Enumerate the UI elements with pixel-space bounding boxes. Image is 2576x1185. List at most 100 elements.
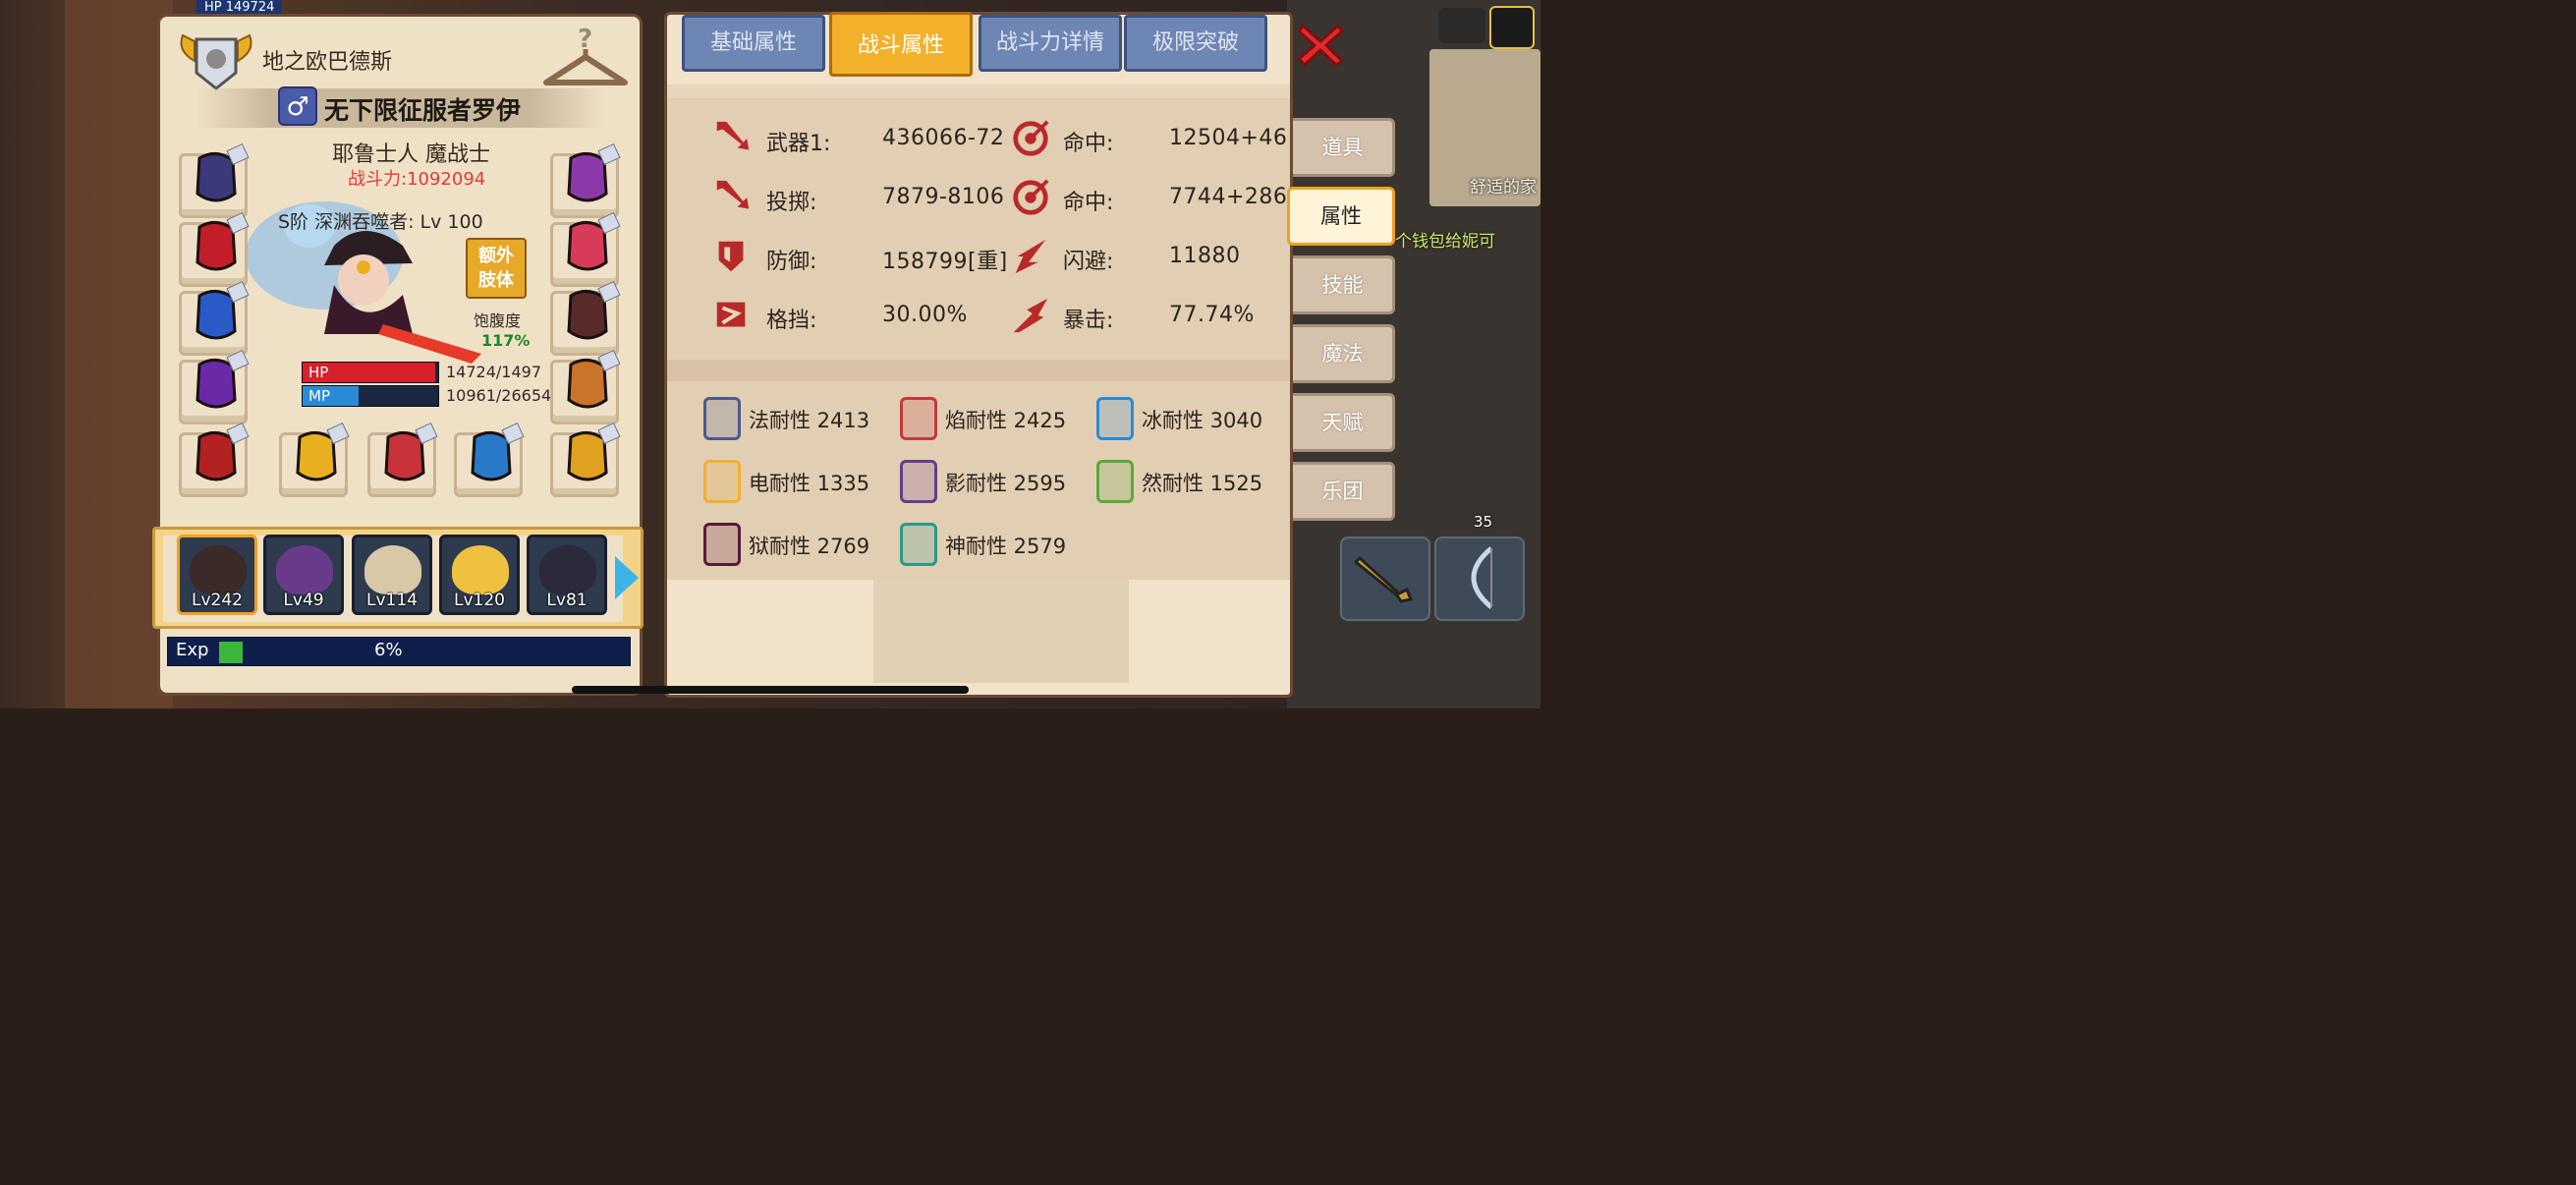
party-member-5[interactable]: Lv81 [527,535,607,615]
party-member-2[interactable]: Lv49 [263,535,344,615]
side-tab-4[interactable]: 魔法 [1293,324,1395,383]
stat-label: 暴击: [1063,309,1114,333]
hunger-value: 117% [481,331,531,350]
hp-label: HP [308,364,329,381]
gender-icon: ♂ [278,86,317,126]
pet-portrait [539,545,596,594]
stat-value: 30.00% [882,303,968,327]
equipment-slot-helmet[interactable] [179,142,250,218]
flame-icon [900,397,937,440]
party-member-4[interactable]: Lv120 [439,535,520,615]
exp-bar-fill [219,642,243,663]
pet-portrait [452,545,509,594]
header-divider [667,85,1290,98]
extra-limb-button[interactable]: 额外 肢体 [466,238,527,299]
snowflake-icon [1096,397,1134,440]
quest-hint-text: 个钱包给妮可 [1395,232,1495,252]
leaf-flame-icon [1096,460,1134,503]
tab-4[interactable]: 极限突破 [1124,15,1267,72]
tab-1[interactable]: 基础属性 [682,15,825,72]
equipment-slot-fish[interactable] [454,422,525,497]
stat-label: 命中: [1063,191,1114,215]
stat-label: 防御: [766,250,817,274]
resistance-value: 法耐性 2413 [749,409,870,432]
exp-value: 6% [374,640,403,660]
stat-value: 11880 [1169,244,1241,268]
resistance-value: 狱耐性 2769 [749,535,870,558]
race-class: 耶鲁士人 魔战士 [332,142,490,167]
mp-value: 10961/26654 [446,386,552,405]
side-tab-6[interactable]: 乐团 [1293,462,1395,521]
hexagram-icon [703,397,741,440]
stat-label: 格挡: [766,309,817,333]
stat-value: 7744+2865 [1169,185,1302,209]
stat-label: 闪避: [1063,250,1114,274]
hanger-icon[interactable]: ? [538,28,633,92]
target-icon [1013,120,1049,156]
sword-icon [716,180,750,209]
realm-title: 地之欧巴德斯 [262,50,393,75]
side-tab-3[interactable]: 技能 [1293,255,1395,314]
block-icon [716,302,746,327]
equipment-slot-shoulder[interactable] [550,280,621,356]
weapon-quick-slot[interactable] [1340,536,1430,621]
bow-icon [1471,546,1493,609]
close-icon[interactable] [1295,20,1346,69]
tab-2[interactable]: 战斗属性 [829,12,973,77]
stat-value: 158799[重] [882,250,1008,274]
resistance-value: 冰耐性 3040 [1142,409,1263,432]
equipment-slot-rod[interactable] [367,422,438,497]
party-next-arrow-icon[interactable] [615,556,639,599]
sword-icon [716,121,750,150]
pet-portrait [364,545,421,594]
home-indicator[interactable] [572,686,969,694]
rank-crest-icon [180,33,252,90]
lightning-icon [703,460,741,503]
pet-portrait [190,545,247,594]
equipment-slot-rune[interactable] [550,142,621,218]
stat-value: 7879-8106 [882,185,1005,209]
pet-level: Lv81 [546,591,588,610]
sword-icon [1353,555,1414,603]
hunger-label: 饱腹度 [474,311,522,330]
crit-icon [1013,298,1048,333]
pet-level: Lv114 [366,591,418,610]
pet-level: Lv49 [283,591,324,610]
equipment-slot-belt[interactable] [179,422,250,497]
equipment-slot-necklace[interactable] [179,211,250,287]
equipment-slot-armor[interactable] [179,280,250,356]
target-icon [1013,179,1049,215]
monitor-button[interactable] [1438,8,1485,43]
claw-icon [703,523,741,566]
svg-text:?: ? [578,28,592,54]
equipment-slot-staff[interactable] [279,422,350,497]
tab-3[interactable]: 战斗力详情 [979,15,1122,72]
equipment-slot-cape[interactable] [179,349,250,424]
pet-portrait [276,545,333,594]
equipment-slot-ring[interactable] [550,422,621,497]
background-hp-bar: HP 149724 [196,0,283,15]
party-member-3[interactable]: Lv114 [352,535,432,615]
party-member-1[interactable]: Lv242 [177,535,257,615]
hp-bar: HP [302,362,439,383]
bow-quick-slot[interactable] [1434,536,1525,621]
location-label: 舒适的家 [1470,178,1537,198]
stat-label: 命中: [1063,132,1114,156]
dodge-icon [1015,239,1046,274]
item-count: 35 [1474,513,1493,531]
exit-fullscreen-button[interactable] [1489,6,1535,49]
mp-bar: MP [302,385,439,407]
extra-limb-line2: 肢体 [478,270,514,291]
resistance-value: 然耐性 1525 [1142,472,1263,495]
shield-icon [718,241,744,272]
equipment-slot-boots[interactable] [550,349,621,424]
side-tab-2[interactable]: 属性 [1287,187,1395,246]
side-tab-1[interactable]: 道具 [1293,118,1395,177]
side-tab-5[interactable]: 天赋 [1293,393,1395,452]
section-divider [667,360,1290,381]
hp-value: 14724/1497 [446,363,542,381]
resistance-value: 影耐性 2595 [945,472,1067,495]
exp-bar: Exp 6% [167,637,631,666]
equipment-slot-glove[interactable] [550,211,621,287]
resistance-value: 神耐性 2579 [945,535,1067,558]
